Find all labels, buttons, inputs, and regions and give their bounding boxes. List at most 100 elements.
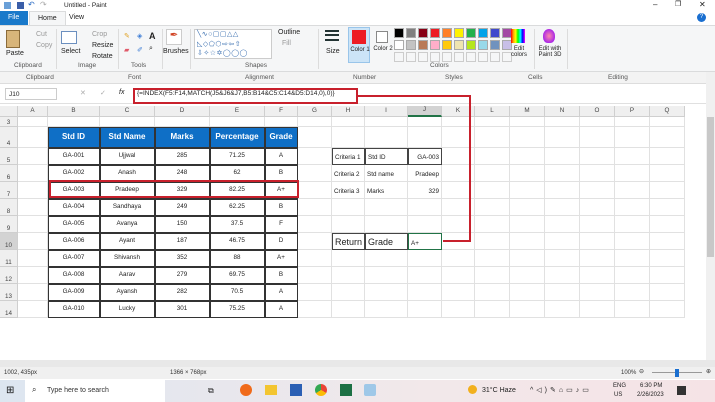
language-eng[interactable]: ENG [613, 383, 626, 389]
grid-cell[interactable] [510, 199, 545, 216]
custom-color-slot[interactable] [406, 52, 416, 62]
grid-cell[interactable] [615, 127, 650, 148]
zoom-slider-thumb[interactable] [675, 369, 679, 377]
grid-cell[interactable] [510, 117, 545, 127]
criteria-cell[interactable]: Pradeep [408, 165, 442, 182]
grid-cell[interactable] [210, 117, 265, 127]
grid-cell[interactable] [650, 148, 685, 165]
column-header[interactable]: M [510, 106, 545, 117]
color-picker-icon[interactable]: ✐ [137, 46, 143, 54]
grid-cell[interactable] [615, 301, 650, 318]
color1-button[interactable]: Color 1 [348, 27, 370, 63]
grid-cell[interactable] [298, 117, 332, 127]
grid-cell[interactable] [510, 250, 545, 267]
grid-cell[interactable] [650, 216, 685, 233]
grid-cell[interactable] [510, 216, 545, 233]
grid-cell[interactable] [298, 267, 332, 284]
paint3d-button[interactable]: Edit with Paint 3D [536, 46, 564, 58]
grid-cell[interactable] [298, 233, 332, 250]
palette-swatch[interactable] [454, 28, 464, 38]
fill-icon[interactable]: ◈ [137, 32, 142, 40]
grid-cell[interactable] [408, 267, 442, 284]
brushes-icon[interactable]: ✒ [166, 29, 182, 45]
row-header[interactable]: 4 [0, 127, 18, 148]
grid-cell[interactable] [18, 199, 48, 216]
grid-cell[interactable] [475, 267, 510, 284]
table-cell[interactable]: B [264, 164, 298, 182]
result-cell[interactable]: A+ [408, 233, 442, 250]
table-cell[interactable]: 62 [209, 164, 265, 182]
grid-cell[interactable] [580, 165, 615, 182]
row-header[interactable]: 12 [0, 267, 18, 284]
criteria-cell[interactable]: 329 [408, 182, 442, 199]
close-button[interactable]: ✕ [699, 0, 706, 9]
select-button[interactable]: Select [61, 48, 80, 55]
table-cell[interactable]: Aarav [99, 266, 155, 284]
color2-button[interactable]: Color 2 [372, 27, 394, 63]
grid-cell[interactable] [580, 233, 615, 250]
grid-cell[interactable] [545, 284, 580, 301]
grid-cell[interactable] [475, 301, 510, 318]
palette-swatch[interactable] [394, 40, 404, 50]
file-explorer-icon[interactable] [265, 385, 277, 395]
windows-start-icon[interactable]: ⊞ [6, 385, 14, 396]
grid-cell[interactable] [475, 148, 510, 165]
outline-button[interactable]: Outline [278, 29, 300, 36]
custom-color-slot[interactable] [430, 52, 440, 62]
grid-cell[interactable] [18, 233, 48, 250]
grid-cell[interactable] [475, 250, 510, 267]
palette-swatch[interactable] [478, 40, 488, 50]
column-header[interactable]: A [18, 106, 48, 117]
grid-cell[interactable] [18, 301, 48, 318]
grid-cell[interactable] [615, 182, 650, 199]
save-icon[interactable] [17, 2, 24, 9]
row-header[interactable]: 14 [0, 301, 18, 318]
grid-cell[interactable] [615, 267, 650, 284]
edit-colors-button[interactable]: Edit colors [508, 46, 530, 58]
table-cell[interactable]: 282 [154, 283, 210, 301]
grid-cell[interactable] [475, 199, 510, 216]
undo-icon[interactable]: ↶ [28, 0, 35, 9]
grid-cell[interactable] [408, 301, 442, 318]
table-cell[interactable]: F [264, 215, 298, 233]
column-header[interactable]: O [580, 106, 615, 117]
search-box[interactable]: ⌕ Type here to search [25, 380, 165, 402]
name-box[interactable]: J10 [5, 88, 57, 100]
table-cell[interactable]: GA-006 [47, 232, 100, 250]
table-header-cell[interactable]: Percentage [209, 126, 265, 148]
column-header[interactable]: F [265, 106, 298, 117]
grid-cell[interactable] [18, 117, 48, 127]
custom-color-slot[interactable] [442, 52, 452, 62]
grid-cell[interactable] [408, 216, 442, 233]
firefox-icon[interactable] [240, 384, 252, 396]
row-header[interactable]: 5 [0, 148, 18, 165]
grid-cell[interactable] [615, 284, 650, 301]
grid-cell[interactable] [580, 199, 615, 216]
grid-cell[interactable] [545, 301, 580, 318]
grid-cell[interactable] [615, 233, 650, 250]
grid-cell[interactable] [332, 216, 365, 233]
grid-cell[interactable] [650, 117, 685, 127]
table-cell[interactable]: GA-001 [47, 147, 100, 165]
paste-icon[interactable] [6, 30, 20, 48]
table-cell[interactable]: 187 [154, 232, 210, 250]
grid-cell[interactable] [48, 117, 100, 127]
palette-swatch[interactable] [490, 28, 500, 38]
grid-cell[interactable] [510, 165, 545, 182]
grid-cell[interactable] [475, 182, 510, 199]
grid-cell[interactable] [298, 301, 332, 318]
zoom-in-button[interactable]: ⊕ [706, 368, 711, 375]
column-header[interactable]: I [365, 106, 408, 117]
pencil-icon[interactable]: ✎ [124, 32, 130, 40]
crop-button[interactable]: Crop [92, 31, 107, 38]
size-icon[interactable] [325, 30, 339, 32]
grid-cell[interactable] [298, 182, 332, 199]
grid-cell[interactable] [650, 301, 685, 318]
column-header[interactable]: J [408, 106, 442, 117]
table-cell[interactable]: 150 [154, 215, 210, 233]
table-header-cell[interactable]: Marks [154, 126, 210, 148]
table-cell[interactable]: GA-008 [47, 266, 100, 284]
row-header[interactable]: 7 [0, 182, 18, 199]
resize-button[interactable]: Resize [92, 42, 113, 49]
grid-cell[interactable] [18, 148, 48, 165]
